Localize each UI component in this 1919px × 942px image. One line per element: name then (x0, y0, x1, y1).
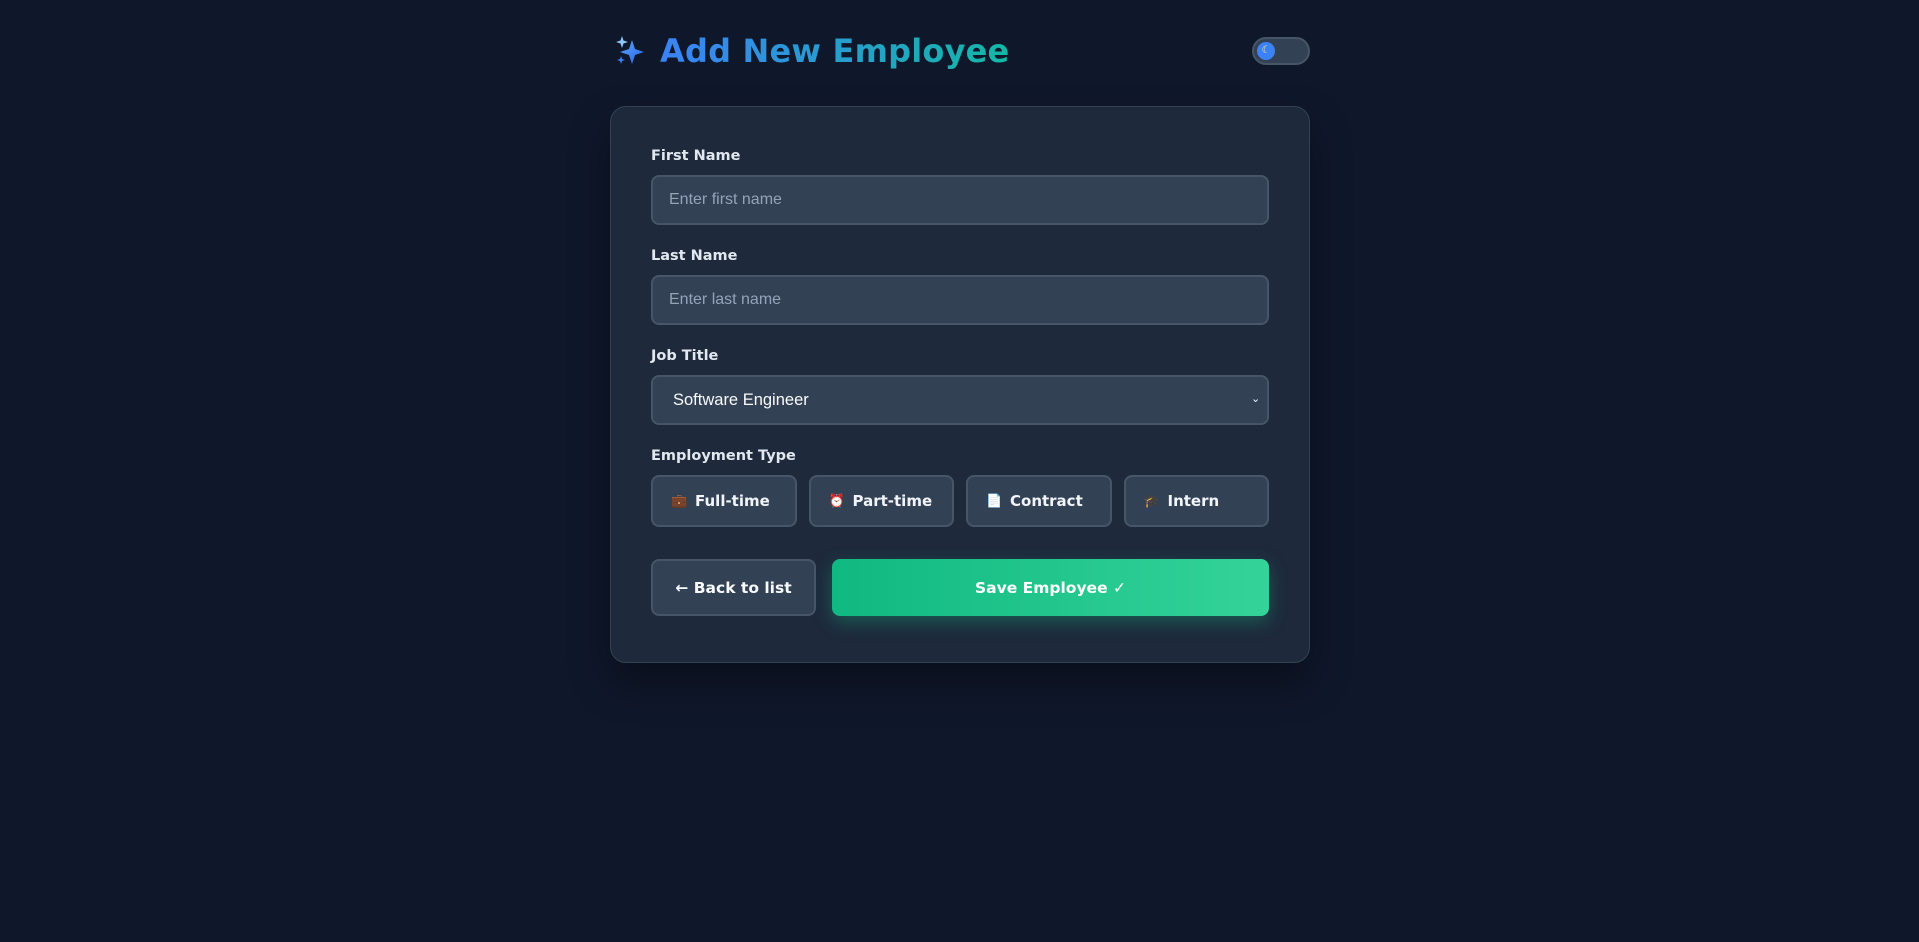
employment-type-label-contract: Contract (1010, 492, 1083, 510)
first-name-field-group: First Name (651, 147, 1269, 225)
job-title-label: Job Title (651, 348, 719, 364)
employment-type-label: Employment Type (651, 448, 796, 464)
employment-type-label-part-time: Part-time (852, 492, 933, 510)
employment-type-field-group: Employment Type 💼 Full-time ⏰ Part-time … (651, 447, 1269, 527)
employment-type-label-intern: Intern (1167, 492, 1220, 510)
graduation-cap-icon: 🎓 (1143, 493, 1160, 509)
briefcase-icon: 💼 (671, 493, 688, 509)
theme-toggle[interactable]: ☾ (1252, 37, 1310, 65)
chevron-down-icon: ⌄ (1251, 392, 1261, 405)
save-employee-button[interactable]: Save Employee ✓ (832, 559, 1269, 616)
page-header: Add New Employee ☾ (610, 0, 1310, 106)
first-name-input[interactable] (651, 175, 1269, 225)
employment-type-contract[interactable]: 📄 Contract (966, 475, 1112, 527)
last-name-label: Last Name (651, 248, 738, 264)
document-icon: 📄 (986, 493, 1003, 509)
first-name-label: First Name (651, 148, 741, 164)
last-name-input[interactable] (651, 275, 1269, 325)
back-to-list-button[interactable]: ← Back to list (651, 559, 816, 616)
last-name-field-group: Last Name (651, 247, 1269, 325)
job-title-selected-value: Software Engineer (651, 375, 1269, 425)
employment-type-part-time[interactable]: ⏰ Part-time (808, 475, 954, 527)
page-container: Add New Employee ☾ First Name Last Name … (610, 0, 1310, 663)
form-actions: ← Back to list Save Employee ✓ (651, 559, 1269, 616)
page-title: Add New Employee (614, 32, 1009, 70)
employment-type-label-full-time: Full-time (695, 492, 770, 510)
moon-icon: ☾ (1257, 42, 1275, 60)
employment-type-full-time[interactable]: 💼 Full-time (651, 475, 797, 527)
employment-type-intern[interactable]: 🎓 Intern (1123, 475, 1269, 527)
job-title-select[interactable]: Software Engineer ⌄ (651, 375, 1269, 425)
page-title-text: Add New Employee (660, 32, 1010, 70)
alarm-clock-icon: ⏰ (828, 493, 845, 509)
employee-form-card: First Name Last Name Job Title Software … (610, 106, 1310, 663)
sparkles-icon (616, 36, 644, 64)
job-title-field-group: Job Title Software Engineer ⌄ (651, 347, 1269, 425)
employment-type-options: 💼 Full-time ⏰ Part-time 📄 Contract 🎓 Int… (651, 475, 1269, 527)
